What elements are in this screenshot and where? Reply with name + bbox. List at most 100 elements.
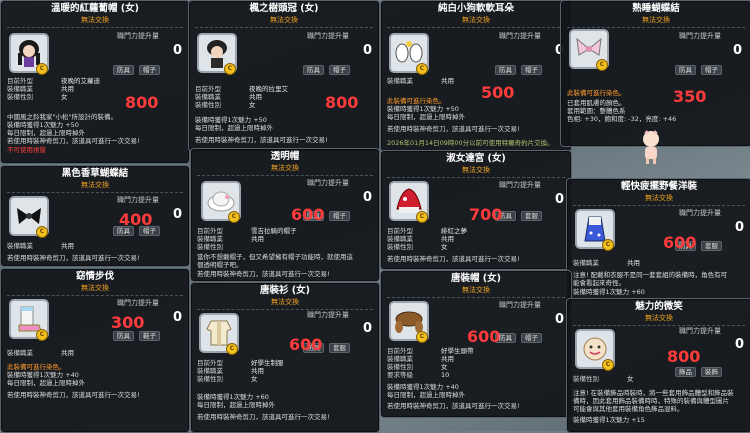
desc-line: 中國風之鈴我家"小松"所設計的裝備。 [7,113,117,121]
tag-top: 套服 [329,343,350,354]
desc-line: 裝備時獲得1次魅力 +50 [195,116,267,124]
gender-value: 女 [441,363,448,371]
boost-label: 職門力提升量 [679,209,721,217]
coin-icon: C [224,63,236,75]
item-tooltip-tang-hat: 唐裝帽 (女) 無法交換 C 職門力提升量 0 防具 帽子 600 目前外型 好… [380,270,572,418]
divider [197,175,373,176]
boost-label: 職門力提升量 [117,299,159,307]
desc-line: 若使用時裝神奇剪刀，該道具可進行一次交易! [387,125,520,133]
boost-value: 0 [555,192,565,207]
coin-icon: C [226,343,238,355]
desc-line: 每日限制，超過上限時掉外 [387,113,465,121]
item-tooltip-warm-carrot-hat: 溫暖的紅蘿蔔帽 (女) 無法交換 C 職門力提升量 0 防具 帽子 目前外型 夜… [0,0,190,164]
item-tooltip-puppy-ears: 純白小狗軟軟耳朵 無法交換 C 職門力提升量 0 防具 帽子 裝備職業 共用 5… [380,0,572,152]
divider [7,192,183,193]
gender-key: 裝備性別 [195,101,221,109]
boost-value: 0 [733,43,743,58]
trade-status: 無法交換 [645,193,673,202]
boost-value: 0 [173,43,183,58]
look-key: 目前外型 [387,227,413,235]
look-value: 夜晚的拉里艾 [249,85,288,93]
desc-line: 裝備時獲得1次魅力 +60 [573,288,645,296]
desc-line: 若使用時裝神奇剪刀，該道具可進行一次交易! [387,255,520,263]
item-title: 淑女達宮 (女) [446,153,506,164]
divider [7,295,183,296]
trade-status: 無法交換 [271,163,299,172]
tag-hat: 帽子 [521,333,542,344]
item-title: 輕快疲擺野餐洋裝 [620,181,697,192]
job-value: 共用 [61,242,74,250]
price: 800 [667,347,701,366]
desc-line: 色相: +30，飽和度: -32，亮度: +46 [567,115,677,123]
job-key: 裝備職業 [7,349,33,357]
desc-line: 注意! 配戴和衣服不是同一套套組的裝備時，角色有可 [573,271,728,279]
price: 600 [663,233,697,252]
gender-key: 裝備性別 [197,375,223,383]
item-title: 窈情步伐 [75,271,114,282]
desc-line: 當你不想戴帽子，但又希望擁有帽子功能時，就使用這 [197,253,353,261]
tag-deco: 裝飾 [701,367,722,378]
desc-line: 若使用時裝神奇剪刀，該道具可進行一次交易! [197,270,330,278]
item-title: 熟睡蝴蝶結 [632,3,680,14]
tag-hat: 帽子 [329,65,350,76]
look-key: 目前外型 [197,227,223,235]
boost-label: 職門力提升量 [307,32,349,40]
divider [387,177,565,178]
desc-line: 能會看起來奇怪。 [573,279,625,287]
item-title: 唐裝帽 (女) [451,273,501,284]
desc-line: 裝備時獲得1次魅力 +50 [387,105,459,113]
item-tooltip-maple-crown: 楓之樹頭冠 (女) 無法交換 C 職門力提升量 0 防具 帽子 目前外型 夜晚的… [188,0,380,152]
item-title: 純白小狗軟軟耳朵 [437,3,514,14]
boost-value: 0 [363,190,373,205]
tag-defense: 防具 [113,65,134,76]
job-key: 裝備職業 [7,242,33,250]
gender-value: 女 [251,375,258,383]
coin-icon: C [596,59,608,71]
desc-line: 套用範圍：整體色系 [567,107,626,115]
job-value: 共用 [61,85,74,93]
boost-label: 職門力提升量 [679,32,721,40]
dye-line: 此裝備可進行染色。 [7,363,66,371]
divider [573,205,745,206]
boost-value: 0 [555,312,565,327]
gender-value: 女 [627,375,634,383]
tag-hat: 帽子 [521,65,542,76]
level-key: 要求等級 [387,371,413,379]
job-key: 裝備職業 [387,77,413,85]
gender-key: 裝備性別 [387,243,413,251]
desc-line: 每日限制，超過上限時掉外 [7,379,85,387]
item-tooltip-black-vanilla-bow: 黑色香草蝴蝶結 無法交換 C 職門力提升量 0 防具 帽子 400 裝備職業 共… [0,165,190,267]
trade-status: 無法交換 [81,283,109,292]
tag-hat: 帽子 [139,65,160,76]
trade-status: 無法交換 [642,15,670,24]
price: 500 [481,83,515,102]
boost-value: 0 [363,43,373,58]
item-title: 魅力的微笑 [635,301,683,312]
divider [197,309,373,310]
look-value: 夜晚的艾蘿迪 [61,77,100,85]
price: 600 [291,205,325,224]
level-value: 10 [441,371,450,379]
gender-value: 女 [441,243,448,251]
boost-value: 0 [735,220,745,235]
job-key: 裝備職業 [387,355,413,363]
job-value: 共用 [249,93,262,101]
item-tooltip-lady-palace: 淑女達宮 (女) 無法交換 C 職門力提升量 0 防具 套服 700 目前外型 … [380,150,572,270]
look-value: 好學生頭帶 [441,347,474,355]
price: 800 [125,93,159,112]
item-title: 楓之樹頭冠 (女) [249,3,319,14]
tag-top: 套服 [701,241,722,252]
coin-icon: C [416,63,428,75]
tag-acc: 飾品 [675,367,696,378]
tag-hat: 帽子 [329,211,350,222]
gender-value: 女 [249,101,256,109]
boost-value: 0 [173,207,183,222]
desc-line: 個透明帽子吧。 [197,261,243,269]
job-value: 共用 [441,77,454,85]
boost-label: 職門力提升量 [499,32,541,40]
trade-status: 無法交換 [270,15,298,24]
divider [567,27,745,28]
item-tooltip-love-steps: 窈情步伐 無法交換 C 職門力提升量 0 防具 鞋子 300 裝備職業 共用 此… [0,268,190,433]
look-value: 好學生制服 [251,359,284,367]
gender-key: 裝備性別 [573,375,599,383]
